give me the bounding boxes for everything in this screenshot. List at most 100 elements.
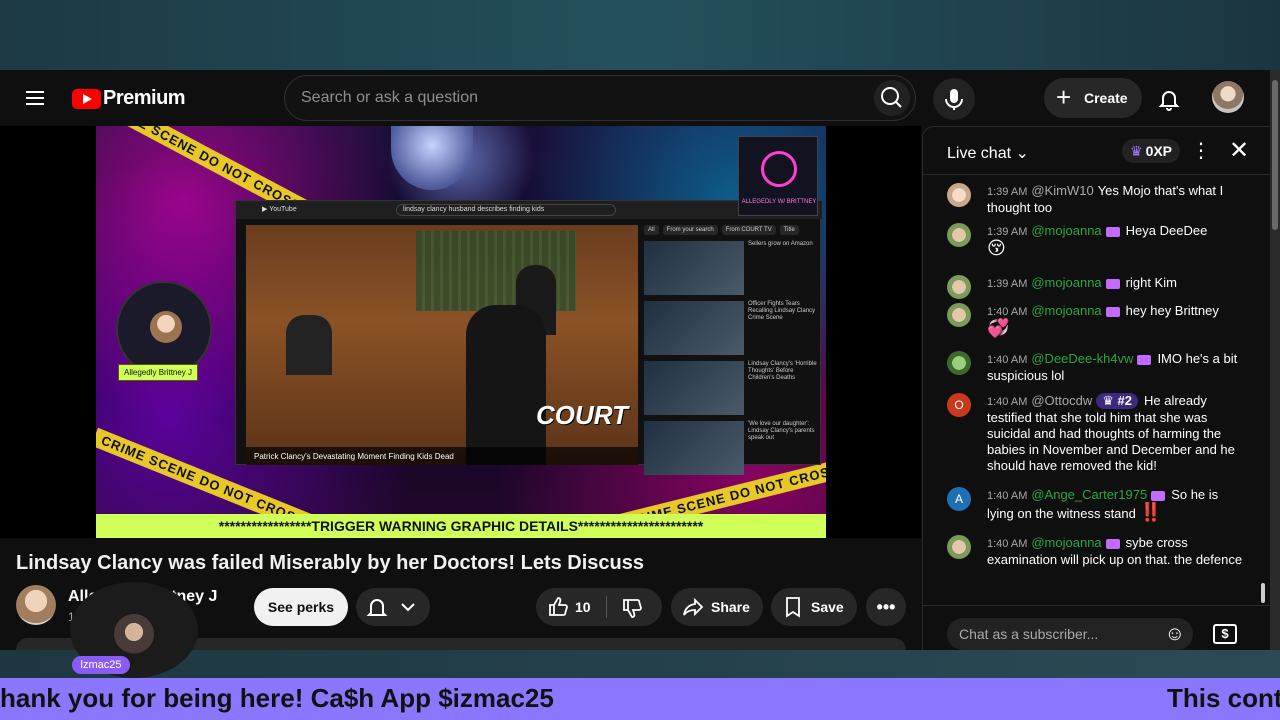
- rec-row: Officer Fights Tears Recalling Lindsay C…: [644, 301, 818, 357]
- search-icon: [881, 87, 902, 108]
- message-author[interactable]: @mojoanna: [1031, 223, 1101, 238]
- see-perks-button[interactable]: See perks: [254, 588, 348, 626]
- member-badge-icon: [1105, 278, 1120, 289]
- chat-message: 1:39 AM @mojoanna right Kim: [947, 275, 1247, 299]
- donation-ticker: hank you for being here! Ca$h App $izmac…: [0, 678, 1280, 720]
- message-time: 1:39 AM: [987, 278, 1028, 290]
- share-label: Share: [711, 599, 750, 615]
- chat-message: A 1:40 AM @Ange_Carter1975 So he is lying …: [947, 487, 1247, 522]
- chat-message: 1:39 AM @KimW10 Yes Mojo that's what I tho…: [947, 183, 1247, 216]
- chat-options-icon[interactable]: ⋮: [1191, 139, 1211, 163]
- xp-value: 0XP: [1145, 143, 1173, 159]
- thumbs-up-icon[interactable]: [546, 595, 570, 619]
- ticker-text: hank you for being here! Ca$h App $izmac…: [0, 683, 554, 713]
- emoji-picker-icon[interactable]: ☺: [1165, 622, 1185, 646]
- message-author[interactable]: @mojoanna: [1031, 535, 1101, 550]
- message-author[interactable]: @Ange_Carter1975: [1031, 487, 1147, 502]
- chat-message: 1:40 AM @mojoanna hey hey Brittney 💞: [947, 303, 1247, 338]
- share-button[interactable]: Share: [671, 588, 763, 626]
- message-time: 1:40 AM: [987, 396, 1028, 408]
- scrollbar-thumb[interactable]: [1272, 80, 1278, 230]
- author-avatar[interactable]: [947, 275, 971, 299]
- video-title: Lindsay Clancy was failed Miserably by h…: [16, 552, 644, 574]
- rank-badge: ♛ #2: [1096, 393, 1138, 409]
- message-emoji: 😚: [987, 238, 1006, 258]
- rec-thumbnail: [644, 361, 744, 415]
- super-chat-icon[interactable]: $: [1213, 624, 1237, 644]
- message-text: Heya DeeDee: [1125, 223, 1208, 238]
- thumbs-down-icon[interactable]: [620, 596, 644, 620]
- chevron-down-icon: ⌄: [1015, 145, 1029, 162]
- rec-row: Lindsay Clancy's 'Horrible Thoughts' Bef…: [644, 361, 818, 417]
- message-emoji: ‼️: [1139, 502, 1162, 522]
- author-avatar[interactable]: [947, 351, 971, 375]
- xp-badge[interactable]: ♛ 0XP: [1122, 139, 1181, 163]
- podcast-logo: ALLEGEDLY W/ BRITTNEY: [738, 136, 818, 216]
- search-box[interactable]: Search or ask a question: [284, 75, 916, 121]
- page-scrollbar[interactable]: [1270, 70, 1280, 650]
- trigger-warning-banner: *****************TRIGGER WARNING GRAPHIC…: [96, 514, 826, 538]
- message-author[interactable]: @Ottocdw: [1031, 393, 1092, 408]
- account-avatar[interactable]: [1212, 81, 1244, 113]
- embedded-youtube-logo: ▶ YouTube: [262, 206, 297, 213]
- notification-bell-button[interactable]: [356, 588, 430, 626]
- create-button[interactable]: + Create: [1044, 78, 1142, 118]
- message-time: 1:40 AM: [987, 354, 1028, 366]
- message-text: hey hey Brittney: [1125, 303, 1219, 318]
- chat-message: 1:40 AM @mojoanna sybe cross examination w…: [947, 535, 1247, 568]
- notifications-button[interactable]: [1154, 84, 1184, 114]
- stream-frame: CRIME SCENE DO NOT CROSS CRIME SCENE DO …: [96, 126, 826, 538]
- chip: All: [644, 225, 659, 235]
- member-badge-icon: [1105, 306, 1120, 317]
- like-dislike-bar[interactable]: 10: [536, 588, 662, 626]
- search-input[interactable]: Search or ask a question: [301, 89, 478, 107]
- author-avatar[interactable]: [947, 223, 971, 247]
- search-button[interactable]: [874, 80, 910, 116]
- channel-avatar[interactable]: [16, 585, 56, 625]
- embedded-browser: ▶ YouTube lindsay clancy husband describ…: [235, 200, 822, 475]
- masthead: Premium Search or ask a question + Creat…: [0, 70, 1270, 126]
- youtube-premium-logo[interactable]: Premium: [72, 87, 186, 110]
- message-author[interactable]: @DeeDee-kh4vw: [1031, 351, 1133, 366]
- message-time: 1:40 AM: [987, 538, 1028, 550]
- rec-title: Officer Fights Tears Recalling Lindsay C…: [748, 301, 816, 321]
- chip: Title: [779, 225, 799, 235]
- chat-header: Live chat ⌄ ♛ 0XP ⋮ ✕: [923, 127, 1270, 175]
- chat-scrollbar[interactable]: [1261, 583, 1265, 603]
- message-text: right Kim: [1125, 275, 1177, 290]
- message-author[interactable]: @mojoanna: [1031, 303, 1101, 318]
- courtroom-video: COURT Patrick Clancy's Devastating Momen…: [246, 225, 638, 465]
- chat-message: O 1:40 AM @Ottocdw ♛ #2 He already testifie…: [947, 393, 1247, 474]
- author-avatar[interactable]: [947, 535, 971, 559]
- rec-thumbnail: [644, 421, 744, 475]
- podcast-mic-icon: [761, 151, 797, 187]
- youtube-play-icon: [72, 88, 101, 109]
- more-actions-button[interactable]: •••: [866, 588, 906, 626]
- close-icon[interactable]: ✕: [1229, 137, 1249, 165]
- chat-input-placeholder: Chat as a subscriber...: [959, 626, 1099, 642]
- voice-search-button[interactable]: [933, 78, 975, 120]
- rec-title: 'We love our daughter': Lindsay Clancy's…: [748, 421, 815, 441]
- video-player[interactable]: CRIME SCENE DO NOT CROSS CRIME SCENE DO …: [0, 126, 921, 538]
- host-face: [150, 311, 182, 343]
- create-label: Create: [1084, 90, 1128, 106]
- video-caption: Patrick Clancy's Devastating Moment Find…: [246, 447, 638, 465]
- chat-mode-dropdown[interactable]: Live chat ⌄: [947, 143, 1029, 163]
- bell-icon: [1158, 91, 1180, 111]
- save-button[interactable]: Save: [771, 588, 857, 626]
- author-avatar[interactable]: [947, 303, 971, 327]
- crown-icon: ♛: [1102, 393, 1114, 408]
- message-author[interactable]: @KimW10: [1031, 183, 1093, 198]
- author-avatar[interactable]: [947, 183, 971, 207]
- divider: [606, 596, 607, 618]
- chat-footer: Chat as a subscriber... ☺ $: [923, 605, 1270, 650]
- rec-thumbnail: [644, 301, 744, 355]
- bookmark-icon: [786, 597, 800, 618]
- chat-input[interactable]: Chat as a subscriber... ☺: [947, 618, 1193, 650]
- menu-icon[interactable]: [24, 88, 48, 108]
- message-author[interactable]: @mojoanna: [1031, 275, 1101, 290]
- author-avatar[interactable]: O: [947, 393, 971, 417]
- author-avatar[interactable]: A: [947, 487, 971, 511]
- podcast-text: ALLEGEDLY W/ BRITTNEY: [741, 199, 817, 205]
- webcam-overlay: lzmac25: [70, 582, 198, 678]
